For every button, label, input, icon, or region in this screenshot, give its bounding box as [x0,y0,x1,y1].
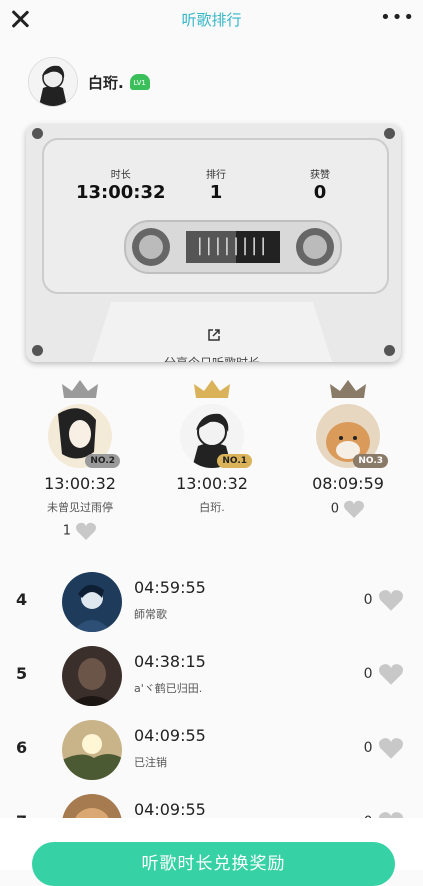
duration-label: 时长 [110,170,131,181]
likes-value: 0 [313,182,327,203]
rank-number: 4 [16,590,28,609]
like-count: 0 [330,501,340,517]
list-item[interactable]: 5 04:38:15 a'ヾ鹤已归田. 0 [0,644,423,714]
share-label: 分享今日听歌时长 [163,356,260,370]
like-button[interactable]: 0 [364,588,405,612]
listen-time: 04:38:15 [134,652,206,671]
avatar [62,720,122,780]
podium-first[interactable]: NO.1 13:00:32 白珩. [152,378,272,515]
like-count: 0 [363,666,373,682]
podium-time: 13:00:32 [44,474,116,493]
like-button[interactable]: 0 [288,499,408,519]
listen-time: 04:59:55 [134,578,206,597]
tape-window: |||||||| [186,231,280,263]
like-count: 1 [62,523,72,539]
rank-number: 5 [16,664,28,683]
podium-time: 08:09:59 [312,474,384,493]
rank-badge: NO.2 [85,454,120,468]
duration-value: 13:00:32 [76,182,166,203]
user-name: 師常歌 [134,608,167,621]
list-item[interactable]: 4 04:59:55 師常歌 0 [0,570,423,640]
heart-icon [344,500,365,518]
redeem-reward-button[interactable]: 听歌时长兑换奖励 [32,842,395,886]
avatar: NO.2 [48,404,120,468]
like-button[interactable]: 0 [364,736,405,760]
screw-icon [384,345,395,356]
rank-badge: NO.1 [217,454,252,468]
rank-stat: 排行 1 [206,166,226,203]
like-button[interactable]: 0 [364,662,405,686]
podium-time: 13:00:32 [176,474,248,493]
external-link-icon [208,329,220,341]
rank-number: 6 [16,738,28,757]
podium-second[interactable]: NO.2 13:00:32 未曾见过雨停 1 [20,378,140,541]
screw-icon [384,128,395,139]
share-button[interactable]: 分享今日听歌时长 [92,302,332,362]
top-bar: 听歌排行 ••• [0,0,423,38]
listen-time: 04:09:55 [134,800,206,819]
listen-time: 04:09:55 [134,726,206,745]
like-count: 0 [363,740,373,756]
rank-label: 排行 [206,170,226,181]
avatar: NO.3 [316,404,388,468]
podium-name: 未曾见过雨停 [47,501,113,514]
tape-label-area: 时长 13:00:32 排行 1 获赞 0 |||||||| [42,138,389,294]
reel-icon [296,228,334,266]
bottom-bar: 听歌时长兑换奖励 [0,818,423,886]
tape-reels: |||||||| [124,220,342,274]
rank-value: 1 [209,182,223,203]
heart-icon [379,738,403,759]
heart-icon [379,590,403,611]
user-name: 已注销 [134,756,167,769]
more-options-icon[interactable]: ••• [380,9,415,27]
silver-crown-icon [62,380,98,398]
avatar: NO.1 [180,404,252,468]
level-badge: LV1 [129,74,150,90]
page-title: 听歌排行 [181,11,242,29]
avatar [62,646,122,706]
heart-icon [379,664,403,685]
user-name: a'ヾ鹤已归田. [134,682,203,695]
avatar [62,572,122,632]
likes-label: 获赞 [310,170,330,181]
likes-stat: 获赞 0 [310,166,330,203]
like-button[interactable]: 1 [20,521,140,541]
user-name: 白珩. [88,73,124,92]
screw-icon [32,345,43,356]
list-item[interactable]: 6 04:09:55 已注销 0 [0,718,423,788]
bronze-crown-icon [330,380,366,398]
screw-icon [32,128,43,139]
current-user: 白珩. LV1 [28,54,150,110]
podium-name: 白珩. [199,501,225,514]
gold-crown-icon [194,380,230,398]
reel-icon [132,228,170,266]
like-count: 0 [363,592,373,608]
avatar[interactable] [28,57,78,107]
rank-badge: NO.3 [353,454,388,468]
podium-third[interactable]: NO.3 08:09:59 0 [288,378,408,519]
duration-stat: 时长 13:00:32 [76,166,166,203]
cassette-card: 时长 13:00:32 排行 1 获赞 0 |||||||| 分享今日听歌时长 [26,124,401,362]
heart-icon [76,522,97,540]
